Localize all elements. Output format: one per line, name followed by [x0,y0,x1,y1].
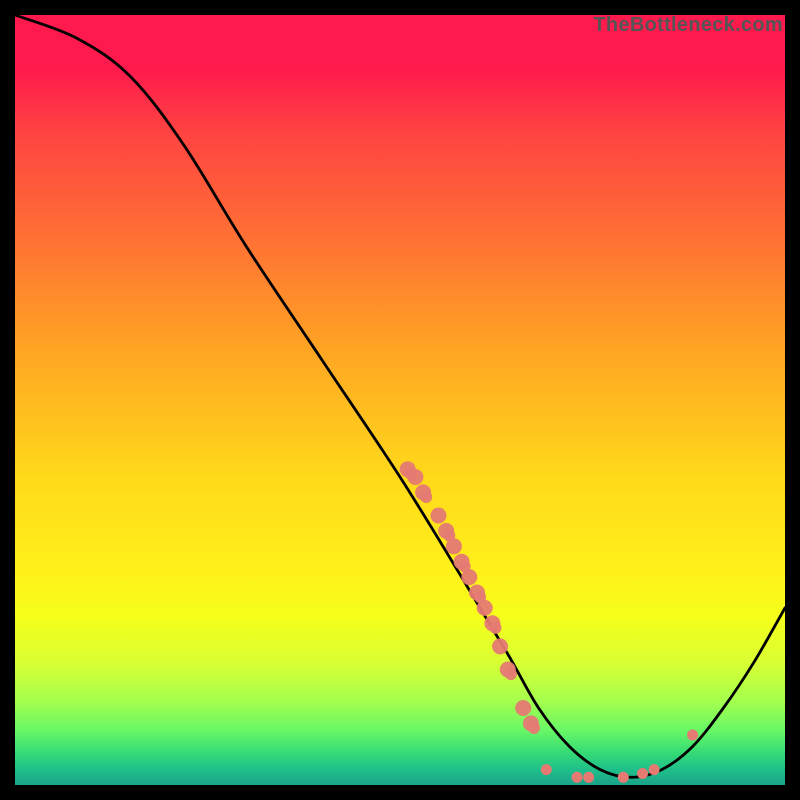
data-marker [572,772,582,782]
data-marker [584,772,594,782]
data-marker [492,638,508,654]
data-marker [688,730,698,740]
data-marker [405,468,417,480]
watermark-text: TheBottleneck.com [593,14,783,37]
data-marker [618,772,628,782]
data-marker [528,722,540,734]
data-marker [541,765,551,775]
data-marker [459,560,471,572]
data-marker [474,591,486,603]
chart-svg [15,15,785,785]
data-marker [489,622,501,634]
bottleneck-curve [15,15,785,777]
data-markers [400,461,698,782]
data-marker [420,491,432,503]
chart-frame: TheBottleneck.com [15,15,785,785]
data-marker [431,508,447,524]
data-marker [515,700,531,716]
data-marker [638,768,648,778]
data-marker [505,668,517,680]
data-marker [443,530,455,542]
plot-area: TheBottleneck.com [15,15,785,785]
data-marker [649,765,659,775]
